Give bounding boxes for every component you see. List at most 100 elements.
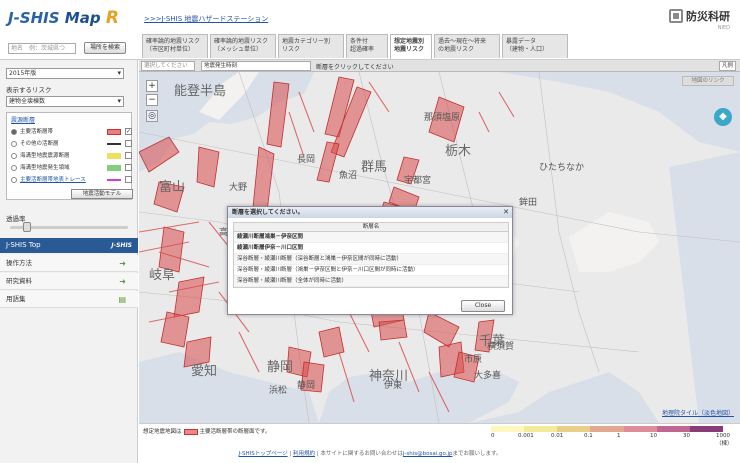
map-place-label: 横須賀 [487,342,515,352]
fault-row[interactable]: 深谷断層・綾瀬川断層（全体が同時に活動） [234,276,508,287]
map-place-label: ひたちなか [539,163,585,173]
footer-top-link[interactable]: J-SHISトップページ [239,451,288,457]
legend-row[interactable]: その他の活断層 [11,139,132,149]
legend-checkbox[interactable] [125,164,132,171]
legend-row[interactable]: 海溝型地震発生領域 [11,163,132,173]
logo-r: R [105,8,119,28]
place-search-button[interactable]: 場所を検索 [84,42,126,54]
time-select[interactable]: 地震発生時刻 [201,61,311,71]
brand-name: 防災科研 [686,10,730,23]
nav-item-0[interactable]: 操作方法 ➜ [0,255,138,272]
legend-checkbox[interactable] [125,152,132,159]
opacity-label: 透過率 [6,215,26,223]
legend-radio[interactable] [11,164,17,171]
map-place-label: 愛知 [191,364,218,379]
legend-radio[interactable] [11,152,17,159]
map-place-label: 大野 [229,183,248,193]
nav-header[interactable]: J-SHIS Top J-SHIS [0,238,138,253]
nav-item-1[interactable]: 研究資料 ➜ [0,273,138,290]
fault-legend: 震源断層 主要活断層帯 ✓ その他の活断層 海溝型地震震源断層 海溝型地震発生領域 主要活… [6,112,133,200]
map-place-label: 鉾田 [519,198,538,208]
legend-title[interactable]: 震源断層 [11,115,35,124]
legend-radio[interactable] [11,128,17,135]
map-place-label: 能登半島 [174,84,227,99]
map-place-label: 群馬 [361,160,388,175]
scale-swatch [557,426,591,432]
tab-1[interactable]: 確率論的地震リスク （メッシュ単位） [210,34,276,58]
map-place-label: 宇都宮 [404,176,432,186]
opacity-slider-handle[interactable] [23,222,32,232]
legend-swatch [107,153,121,159]
nav-arrow-icon: ➜ [119,259,126,268]
fault-note: 想定地震地図は 主要活断層帯の断層面です。 [143,427,270,435]
scale-swatch [689,426,723,432]
map-place-label: 伊東 [384,381,403,391]
legend-toggle[interactable]: 凡例 [718,61,736,71]
legend-row[interactable]: 海溝型地震震源断層 [11,151,132,161]
fault-note-text2: 主要活断層帯の断層面です。 [199,429,271,435]
nav-arrow-icon: ▤ [118,295,126,304]
legend-checkbox[interactable] [125,176,132,183]
nav-item-label: 用語集 [6,295,26,303]
locate-icon[interactable]: ◎ [146,110,158,122]
footer-text: 本サイトに関するお問い合わせは [320,451,403,457]
map-place-label: 富山 [159,180,186,195]
tab-2[interactable]: 地震カテゴリー別 リスク [278,34,344,58]
legend-row[interactable]: 主要活断層帯地表トレース [11,175,132,185]
risk-select[interactable]: 建物全壊棟数 [6,96,124,107]
dialog-title: 断層を選択してください。 [228,207,512,218]
nied-brand[interactable]: 防災科研 NIED [669,8,730,31]
footer: J-SHISトップページ | 利用規約 | 本サイトに関するお問い合わせはj-s… [238,451,502,457]
nav-arrow-icon: ➜ [119,277,126,286]
nav-item-2[interactable]: 用語集 ▤ [0,291,138,308]
zoom-in-button[interactable]: + [146,80,158,92]
fault-row[interactable]: 綾瀬川断層伊奈－川口区間 [234,243,508,254]
logo-map: Map [64,9,101,27]
tab-0[interactable]: 確率論的地震リスク （市区町村単位） [142,34,208,58]
fault-select[interactable]: 選択してください [141,61,195,71]
fault-row[interactable]: 綾瀬川断層鴻巣－伊奈区間 [234,232,508,243]
tile-attribution-link[interactable]: 地理院タイル（淡色地図） [662,408,734,417]
bottom-legend-strip: 想定地震地図は 主要活断層帯の断層面です。 0 0.001 0.01 0.1 1 10 30 1… [139,423,740,447]
activity-model-button[interactable]: 地震活動モデル [71,189,133,199]
footer-terms-link[interactable]: 利用規約 [293,451,315,457]
tab-3[interactable]: 条件付 超過確率 [346,34,388,58]
map-place-label: 魚沼 [339,171,358,181]
legend-checkbox[interactable]: ✓ [125,128,132,135]
legend-radio[interactable] [11,176,17,183]
year-select[interactable]: 2015年版 [6,68,124,79]
scale-swatch [491,426,525,432]
fault-table: 断層名 綾瀬川断層鴻巣－伊奈区間 綾瀬川断層伊奈－川口区間 深谷断層・綾瀬川断層（深… [233,222,509,288]
scale-tick: 0.001 [518,433,534,439]
color-scale [491,426,723,432]
legend-radio[interactable] [11,140,17,147]
scale-tick: 0.1 [584,433,593,439]
scale-tick: 0.01 [551,433,564,439]
legend-checkbox[interactable] [125,140,132,147]
footer-email-link[interactable]: j-shis@bosai.go.jp [403,451,453,457]
tab-5[interactable]: 過去〜現在〜将来 の地震リスク [434,34,500,58]
tab-6[interactable]: 暴露データ （建物・人口） [502,34,568,58]
logo-jshis: J-SHIS [8,9,60,27]
fault-note-text1: 想定地震地図は [143,429,182,435]
home-link[interactable]: >>>J-SHIS 地震ハザードステーション [144,14,268,24]
place-search-input[interactable]: 地名 例：茨城県つ [8,43,76,54]
risk-label: 表示するリスク [6,86,52,94]
app-logo[interactable]: J-SHIS Map R [8,8,119,28]
fault-row[interactable]: 深谷断層・綾瀬川断層（鴻巣－伊奈区間と伊奈－川口区間が同時に活動） [234,265,508,276]
dialog-close-icon[interactable]: ✕ [503,208,509,216]
zoom-out-button[interactable]: − [146,94,158,106]
brand-sub: NIED [717,25,730,31]
risk-tabs: 確率論的地震リスク （市区町村単位） 確率論的地震リスク （メッシュ単位） 地震カテ… [142,34,568,59]
nav-item-label: 操作方法 [6,259,32,267]
left-panel: 2015年版 表示するリスク 建物全壊棟数 震源断層 主要活断層帯 ✓ その他の活断… [0,60,138,463]
layers-icon[interactable]: ◆ [714,108,732,126]
tab-4[interactable]: 想定地震別 地震リスク [390,34,432,59]
legend-swatch [107,129,121,135]
scale-swatch [623,426,657,432]
fault-row[interactable]: 深谷断層・綾瀬川断層（深谷断層と鴻巣－伊奈区間が同時に活動） [234,254,508,265]
map-link-button[interactable]: 地図のリンク [682,76,734,86]
dialog-close-button[interactable]: Close [461,300,505,312]
map-place-label: 那須塩原 [424,113,461,123]
legend-row[interactable]: 主要活断層帯 ✓ [11,127,132,137]
